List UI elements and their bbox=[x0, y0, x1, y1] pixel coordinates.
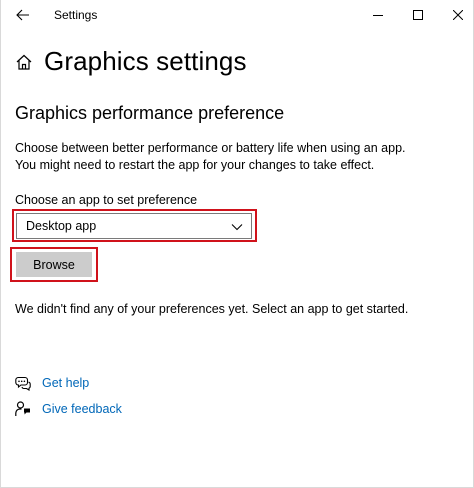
get-help-label: Get help bbox=[42, 376, 90, 390]
give-feedback-label: Give feedback bbox=[42, 402, 122, 416]
section-description: Choose between better performance or bat… bbox=[15, 140, 455, 174]
give-feedback-link[interactable]: Give feedback bbox=[15, 401, 122, 417]
dropdown-selected-value: Desktop app bbox=[26, 219, 97, 233]
settings-window: Settings Graphics settings Graphics perf… bbox=[0, 0, 474, 488]
description-line-2: You might need to restart the app for yo… bbox=[15, 158, 375, 172]
minimize-icon bbox=[373, 15, 383, 16]
page-header: Graphics settings bbox=[15, 46, 247, 77]
feedback-person-icon bbox=[15, 401, 30, 416]
app-type-dropdown[interactable]: Desktop app bbox=[16, 213, 252, 239]
empty-state-message: We didn't find any of your preferences y… bbox=[15, 302, 409, 316]
title-bar: Settings bbox=[1, 0, 473, 30]
close-icon bbox=[453, 10, 463, 20]
close-button[interactable] bbox=[435, 0, 474, 30]
help-chat-icon bbox=[15, 376, 31, 391]
back-arrow-icon bbox=[16, 9, 29, 21]
back-button[interactable] bbox=[9, 2, 37, 28]
app-picker-label: Choose an app to set preference bbox=[15, 193, 198, 207]
maximize-icon bbox=[413, 10, 423, 20]
window-title: Settings bbox=[54, 8, 98, 22]
get-help-link[interactable]: Get help bbox=[15, 375, 89, 391]
browse-button[interactable]: Browse bbox=[16, 252, 92, 277]
section-title: Graphics performance preference bbox=[15, 103, 285, 123]
page-title: Graphics settings bbox=[44, 46, 247, 76]
home-icon bbox=[16, 54, 32, 70]
description-line-1: Choose between better performance or bat… bbox=[15, 141, 406, 155]
chevron-down-icon bbox=[231, 224, 243, 231]
